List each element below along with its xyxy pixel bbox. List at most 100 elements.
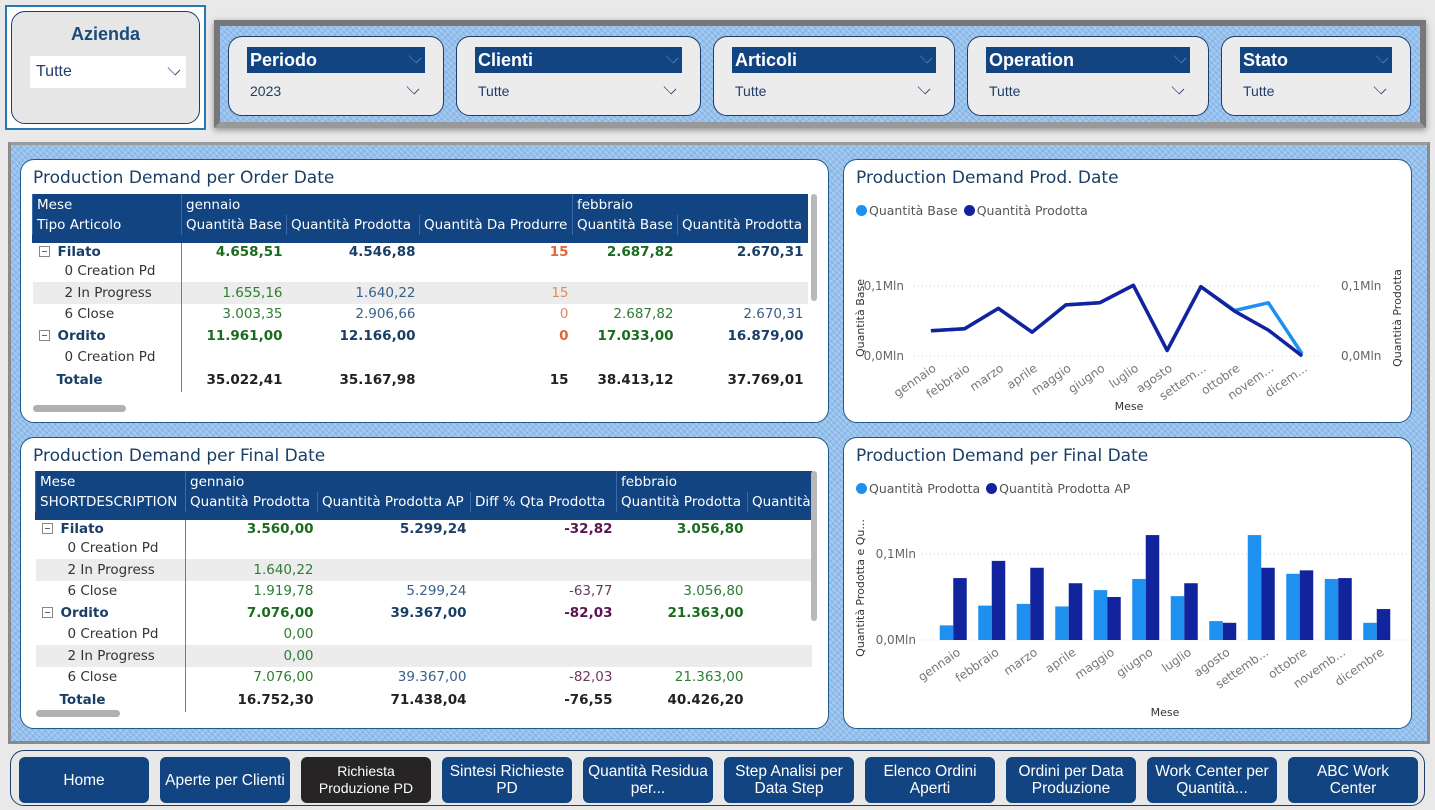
filter-dropdown[interactable]: Tutte [1240, 81, 1392, 99]
matrix-row: 0 Creation Pd 0,00 [35, 623, 812, 645]
column-header[interactable]: Quantità Base [572, 215, 678, 243]
azienda-slicer-card: Azienda Tutte [11, 11, 200, 124]
filter-dropdown[interactable]: 2023 [247, 81, 425, 99]
line-chart-plot: 0,0Mln 0,0Mln0,1Mln 0,1MlnQuantità Base Qua… [854, 269, 1404, 413]
column-header[interactable]: Quantità Base [181, 215, 287, 243]
matrix-row: 0 Creation Pd [35, 537, 812, 559]
collapse-icon[interactable] [38, 329, 50, 341]
collapse-icon[interactable] [38, 245, 50, 257]
matrix-cell: 21.363,00 [667, 604, 744, 621]
filter-dropdown[interactable]: Tutte [732, 81, 936, 99]
nav-button[interactable]: Quantità Residua per... [583, 757, 713, 803]
page-navigation: Home Aperte per Clienti Richiesta Produzio… [10, 750, 1425, 806]
y-axis-title: Quantità Base [854, 279, 867, 357]
bar-quantita-prodotta-ap [1338, 578, 1352, 640]
azienda-slicer: Azienda Tutte [5, 5, 206, 130]
row-label-text: 0 Creation Pd [67, 540, 159, 557]
matrix-cell: 2.906,66 [355, 306, 416, 323]
chevron-down-icon [919, 50, 933, 64]
matrix-header-row: SHORTDESCRIPTION Quantità Prodotta Quant… [35, 492, 812, 520]
matrix-cell: 39.367,00 [397, 669, 467, 686]
row-header-mese: Mese [35, 471, 186, 492]
matrix-cell [420, 347, 573, 369]
month-header[interactable]: gennaio [185, 471, 617, 492]
matrix-cell: 15 [549, 243, 569, 260]
azienda-dropdown[interactable]: Tutte [30, 56, 186, 88]
x-tick-label: febbraio [953, 645, 1002, 685]
total-cell: 16.752,30 [237, 692, 314, 708]
collapse-icon[interactable] [41, 522, 53, 534]
column-header[interactable]: Quantità [747, 492, 812, 520]
column-header[interactable]: Diff % Qta Prodotta [470, 492, 617, 520]
vertical-scrollbar[interactable] [811, 471, 817, 621]
filter-dropdown[interactable]: Tutte [986, 81, 1190, 99]
filter-header[interactable]: Stato [1240, 47, 1392, 73]
filter-dropdown[interactable]: Tutte [475, 81, 682, 99]
y-axis-title: Quantità Prodotta e Qu... [854, 519, 867, 657]
nav-button[interactable]: Elenco Ordini Aperti [865, 757, 995, 803]
row-label: 0 Creation Pd [35, 537, 186, 559]
vertical-scrollbar[interactable] [811, 194, 817, 301]
nav-button[interactable]: ABC Work Center [1288, 757, 1418, 803]
filter-header[interactable]: Articoli [732, 47, 936, 73]
bar-quantita-prodotta-ap [1376, 609, 1391, 640]
matrix-cell: 2.670,31 [736, 243, 804, 260]
nav-button[interactable]: Ordini per Data Produzione [1006, 757, 1136, 803]
row-label-text: 0 Creation Pd [67, 626, 159, 643]
y2-axis-title: Quantità Prodotta [1391, 269, 1404, 367]
nav-button[interactable]: Sintesi Richieste PD [442, 757, 572, 803]
bar-chart-plot: 0,0Mln 0,1Mln Quantità Prodotta e Qu... Mes… [854, 519, 1409, 719]
horizontal-scrollbar[interactable] [36, 710, 120, 717]
filter-header[interactable]: Periodo [247, 47, 425, 73]
horizontal-scrollbar[interactable] [33, 405, 126, 412]
filter-header[interactable]: Clienti [475, 47, 682, 73]
bar-quantita-prodotta [1324, 578, 1339, 640]
bar-quantita-prodotta-ap [1222, 622, 1237, 640]
nav-button[interactable]: Home [19, 757, 149, 803]
column-header[interactable]: Quantità Prodotta [286, 215, 420, 243]
nav-button[interactable]: Step Analisi per Data Step [724, 757, 854, 803]
bar-quantita-prodotta [1055, 606, 1069, 640]
row-label: 2 In Progress [35, 645, 186, 667]
matrix-cell [678, 347, 808, 369]
row-header-shortdescription: SHORTDESCRIPTION [35, 492, 186, 520]
column-header[interactable]: Quantità Prodotta [185, 492, 318, 520]
chevron-down-icon [1171, 81, 1185, 95]
bar-quantita-prodotta-ap [1261, 567, 1275, 640]
matrix-cell: 39.367,00 [390, 604, 467, 621]
matrix-cell [573, 347, 678, 369]
matrix-row: 6 Close 7.076,00 39.367,00 -82,03 21.363,00 [35, 666, 812, 688]
month-header[interactable]: febbraio [572, 194, 808, 215]
matrix-cell: 17.033,00 [597, 327, 674, 344]
column-header[interactable]: Quantità Prodotta [616, 492, 748, 520]
filter-header[interactable]: Operation [986, 47, 1190, 73]
chevron-down-icon [1373, 81, 1387, 95]
nav-button[interactable]: Richiesta Produzione PD [301, 757, 431, 803]
month-header[interactable]: gennaio [181, 194, 573, 215]
matrix-cell [287, 347, 420, 369]
matrix-cell: 3.003,35 [222, 306, 283, 323]
matrix-cell [573, 261, 678, 283]
row-label: 6 Close [35, 580, 186, 602]
matrix-cell [572, 282, 678, 304]
column-header[interactable]: Quantità Prodotta AP [317, 492, 471, 520]
matrix-cell: 7.076,00 [253, 669, 314, 686]
month-header[interactable]: febbraio [616, 471, 812, 492]
matrix-cell [616, 645, 748, 667]
column-header[interactable]: Quantità Da Produrre [419, 215, 573, 243]
bar-quantita-prodotta [1247, 535, 1262, 640]
chevron-down-icon [917, 81, 931, 95]
x-tick-label: marzo [1001, 645, 1040, 678]
row-label-text: Filato [60, 520, 104, 537]
collapse-icon[interactable] [41, 606, 53, 618]
matrix-total-row: Totale 35.022,41 35.167,98 15 38.413,12 37.76… [32, 368, 808, 392]
matrix-header-row: Mese gennaio febbraio [32, 194, 808, 215]
column-header[interactable]: Quantità Prodotta [677, 215, 808, 243]
y-tick-label: 0,1Mln [876, 547, 916, 561]
matrix-cell [470, 645, 617, 667]
nav-button[interactable]: Aperte per Clienti [160, 757, 290, 803]
order-date-matrix-card: Production Demand per Order Date Mese ge… [20, 159, 829, 423]
nav-button[interactable]: Work Center per Quantità... [1147, 757, 1277, 803]
matrix-cell [748, 581, 812, 603]
matrix-cell [677, 282, 808, 304]
